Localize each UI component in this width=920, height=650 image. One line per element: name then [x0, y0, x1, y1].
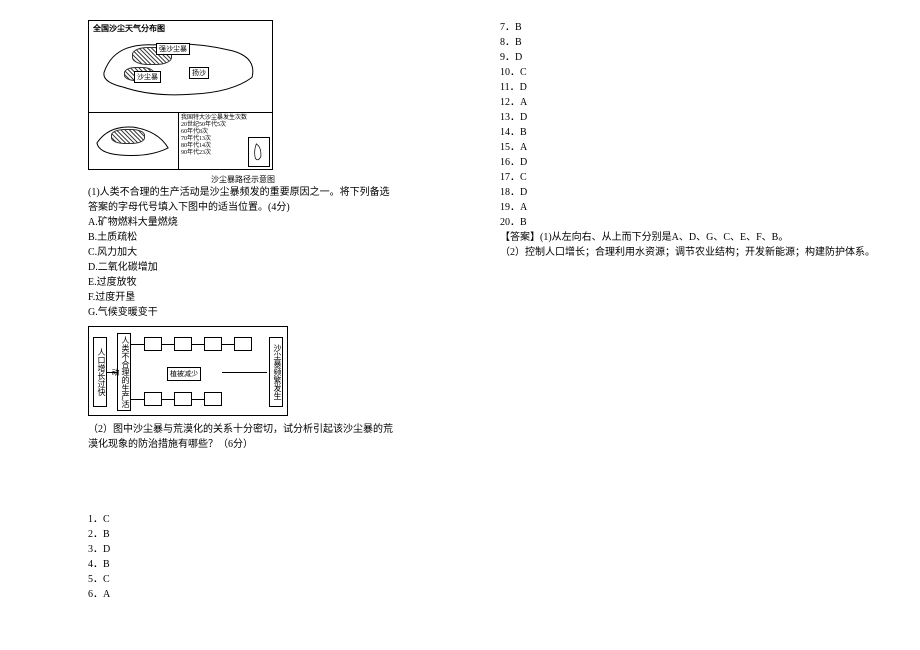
flow-empty-3 [204, 337, 222, 351]
answer-18: 18．D [500, 185, 880, 200]
final-answer-label: 【答案】 [500, 232, 540, 243]
question-2-text: （2）图中沙尘暴与荒漠化的关系十分密切，试分析引起该沙尘暴的荒漠化现象的防治措施… [88, 422, 398, 452]
flow-left-2: 人类不合理的生产活动 [117, 333, 131, 411]
arrow-5 [222, 344, 234, 345]
arrow-3 [162, 344, 174, 345]
choice-E: E.过度放牧 [88, 275, 398, 290]
map-figure: 全国沙尘天气分布图 强沙尘暴 沙尘暴 扬沙 我国特大沙尘暴发生次数 [88, 20, 273, 170]
label-dust: 扬沙 [189, 67, 209, 79]
answer-6: 6．A [88, 587, 398, 602]
answer-14: 14．B [500, 125, 880, 140]
arrow-7 [162, 399, 174, 400]
label-strong-sandstorm: 强沙尘暴 [156, 43, 190, 55]
flow-right: 沙尘暴频繁发生 [269, 337, 283, 407]
answer-8: 8．B [500, 35, 880, 50]
map-lower-panel: 我国特大沙尘暴发生次数 20世纪50年代5次 60年代8次 70年代13次 80… [89, 113, 272, 169]
answer-9: 9．D [500, 50, 880, 65]
flow-empty-7 [204, 392, 222, 406]
flow-diagram: 人口增长过快 人类不合理的生产活动 植被减少 沙尘暴频繁发生 [88, 326, 288, 416]
flow-empty-6 [174, 392, 192, 406]
answer-10: 10．C [500, 65, 880, 80]
answer-19: 19．A [500, 200, 880, 215]
china-outline: 强沙尘暴 沙尘暴 扬沙 [94, 33, 267, 107]
answer-13: 13．D [500, 110, 880, 125]
flow-left-1: 人口增长过快 [93, 337, 107, 407]
arrow-8 [192, 399, 204, 400]
answer-4: 4．B [88, 557, 398, 572]
final-answer-part2: （2）控制人口增长；合理利用水资源；调节农业结构；开发新能源；构建防护体系。 [500, 245, 880, 260]
legend-row-1: 60年代8次 [181, 129, 270, 136]
final-answer-line1: 【答案】(1)从左向右、从上而下分别是A、D、G、C、E、F、B。 [500, 230, 880, 245]
choice-D: D.二氧化碳增加 [88, 260, 398, 275]
choice-B: B.土质疏松 [88, 230, 398, 245]
map-upper-panel: 全国沙尘天气分布图 强沙尘暴 沙尘暴 扬沙 [89, 21, 272, 113]
map-path-panel [89, 113, 179, 169]
flow-empty-1 [144, 337, 162, 351]
arrow-6 [131, 399, 144, 400]
flow-empty-2 [174, 337, 192, 351]
answer-17: 17．C [500, 170, 880, 185]
island-svg [249, 138, 269, 166]
legend-row-0: 20世纪50年代5次 [181, 122, 270, 129]
flow-empty-5 [144, 392, 162, 406]
arrow-9 [222, 372, 267, 373]
arrow-1 [107, 372, 117, 373]
question-1-text: (1)人类不合理的生产活动是沙尘暴频发的重要原因之一。将下列备选答案的字母代号填… [88, 185, 398, 215]
final-answer-part1: (1)从左向右、从上而下分别是A、D、G、C、E、F、B。 [540, 232, 788, 243]
answer-1: 1．C [88, 512, 398, 527]
answer-3: 3．D [88, 542, 398, 557]
flow-mid: 植被减少 [167, 367, 201, 381]
answer-20: 20．B [500, 215, 880, 230]
choice-C: C.风力加大 [88, 245, 398, 260]
path-hatched [111, 129, 145, 144]
island-inset [248, 137, 270, 167]
answer-2: 2．B [88, 527, 398, 542]
label-sandstorm: 沙尘暴 [134, 71, 161, 83]
arrow-2 [131, 344, 144, 345]
map-caption: 沙尘暴路径示意图 [88, 174, 398, 185]
legend-title: 我国特大沙尘暴发生次数 [181, 115, 270, 122]
answer-7: 7．B [500, 20, 880, 35]
answer-12: 12．A [500, 95, 880, 110]
choice-A: A.矿物燃料大量燃烧 [88, 215, 398, 230]
arrow-4 [192, 344, 204, 345]
answer-15: 15．A [500, 140, 880, 155]
choice-F: F.过度开垦 [88, 290, 398, 305]
choice-G: G.气候变暖变干 [88, 305, 398, 320]
answer-11: 11．D [500, 80, 880, 95]
answer-5: 5．C [88, 572, 398, 587]
answer-16: 16．D [500, 155, 880, 170]
flow-empty-4 [234, 337, 252, 351]
